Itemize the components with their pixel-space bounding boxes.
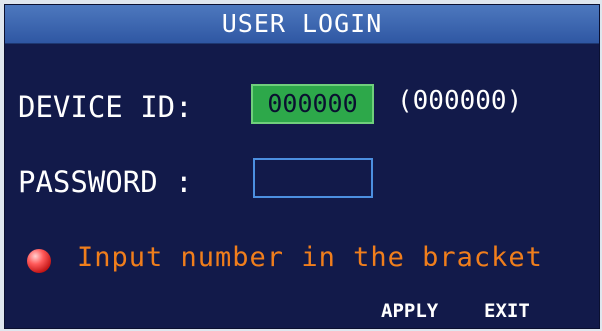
apply-button[interactable]: APPLY [381,300,438,322]
device-id-field[interactable]: 000000 [251,84,374,124]
device-id-label: DEVICE ID: [18,90,193,124]
exit-button[interactable]: EXIT [484,300,530,322]
password-label: PASSWORD : [18,165,193,199]
page-title: USER LOGIN [221,9,383,38]
red-dot-icon [27,249,51,273]
login-screen: USER LOGIN DEVICE ID: 000000 (000000) PA… [4,4,600,329]
status-message: Input number in the bracket [77,242,543,273]
password-field[interactable] [253,158,373,198]
device-id-hint: (000000) [397,86,523,116]
title-bar: USER LOGIN [5,5,599,44]
